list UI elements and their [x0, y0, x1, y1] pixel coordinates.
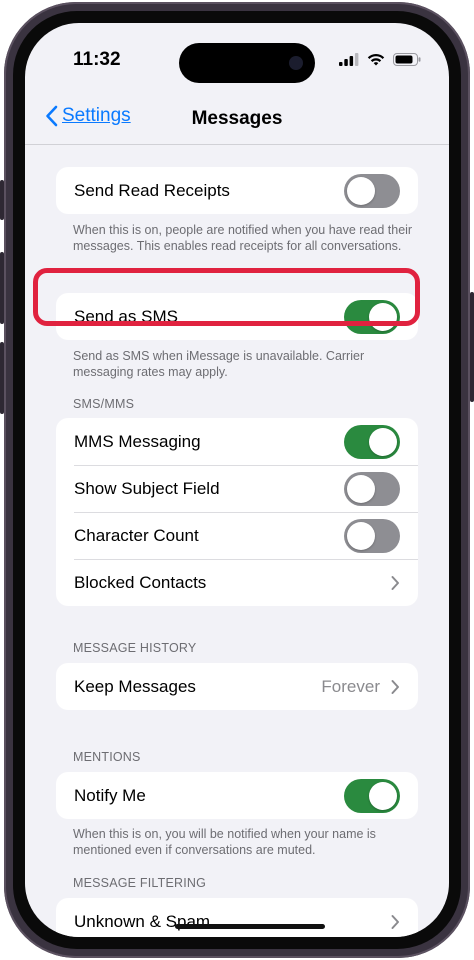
send-sms-footnote: Send as SMS when iMessage is unavailable… [73, 349, 365, 379]
power-button [470, 292, 474, 402]
read-receipts-row: Send Read Receipts [56, 167, 418, 214]
message-history-group: Keep Messages Forever [56, 663, 418, 710]
status-time: 11:32 [73, 49, 121, 70]
page-title: Messages [191, 108, 283, 129]
chevron-right-icon [391, 914, 399, 929]
mms-messaging-toggle[interactable] [344, 424, 400, 459]
send-sms-row: Send as SMS [56, 293, 418, 340]
character-count-row: Character Count [56, 512, 418, 559]
keep-messages-label: Keep Messages [74, 676, 196, 696]
read-receipts-group: Send Read Receipts [56, 167, 418, 214]
message-filtering-group: Unknown & Spam [56, 898, 418, 937]
message-filtering-section-header: MESSAGE FILTERING [73, 876, 207, 890]
notify-me-label: Notify Me [74, 785, 146, 805]
volume-up-button [0, 252, 4, 324]
bezel: 11:32 Settings Messages Send Read Receip… [13, 11, 461, 949]
blocked-contacts-label: Blocked Contacts [74, 572, 207, 592]
screen: 11:32 Settings Messages Send Read Receip… [25, 23, 449, 937]
toggle-knob [347, 521, 375, 550]
read-receipts-label: Send Read Receipts [74, 180, 230, 200]
mms-messaging-row: MMS Messaging [56, 418, 418, 465]
toggle-knob [369, 302, 397, 331]
character-count-label: Character Count [74, 525, 199, 545]
unknown-spam-row[interactable]: Unknown & Spam [56, 898, 418, 937]
toggle-knob [369, 781, 397, 810]
camera-icon [289, 56, 303, 70]
mentions-group: Notify Me [56, 772, 418, 819]
mms-messaging-label: MMS Messaging [74, 431, 201, 451]
notify-me-row: Notify Me [56, 772, 418, 819]
sms-mms-section-header: SMS/MMS [73, 397, 135, 411]
volume-down-button [0, 342, 4, 414]
status-icons [339, 53, 421, 66]
show-subject-label: Show Subject Field [74, 478, 220, 498]
settings-list: Send Read Receipts When this is on, peop… [25, 145, 449, 937]
navigation-bar: Settings Messages [25, 93, 449, 145]
toggle-knob [347, 474, 375, 503]
blocked-contacts-row[interactable]: Blocked Contacts [56, 559, 418, 606]
show-subject-toggle[interactable] [344, 471, 400, 506]
toggle-knob [347, 176, 375, 205]
home-indicator[interactable] [175, 924, 325, 929]
action-button [0, 180, 4, 220]
keep-messages-row[interactable]: Keep Messages Forever [56, 663, 418, 710]
signal-icon [339, 53, 359, 66]
keep-messages-value: Forever [321, 676, 380, 696]
read-receipts-toggle[interactable] [344, 173, 400, 208]
dynamic-island [179, 43, 315, 83]
send-sms-toggle[interactable] [344, 299, 400, 334]
send-sms-group: Send as SMS [56, 293, 418, 340]
show-subject-row: Show Subject Field [56, 465, 418, 512]
sms-mms-group: MMS Messaging Show Subject Field Charact… [56, 418, 418, 606]
character-count-toggle[interactable] [344, 518, 400, 553]
battery-icon [393, 53, 421, 66]
read-receipts-footnote: When this is on, people are notified whe… [73, 223, 413, 253]
chevron-right-icon [391, 679, 399, 694]
mentions-section-header: MENTIONS [73, 750, 141, 764]
chevron-right-icon [391, 575, 399, 590]
wifi-icon [367, 53, 385, 66]
toggle-knob [369, 427, 397, 456]
message-history-section-header: MESSAGE HISTORY [73, 641, 197, 655]
mentions-footnote: When this is on, you will be notified wh… [73, 827, 376, 857]
notify-me-toggle[interactable] [344, 778, 400, 813]
send-sms-label: Send as SMS [74, 306, 178, 326]
phone-frame: 11:32 Settings Messages Send Read Receip… [0, 2, 474, 958]
